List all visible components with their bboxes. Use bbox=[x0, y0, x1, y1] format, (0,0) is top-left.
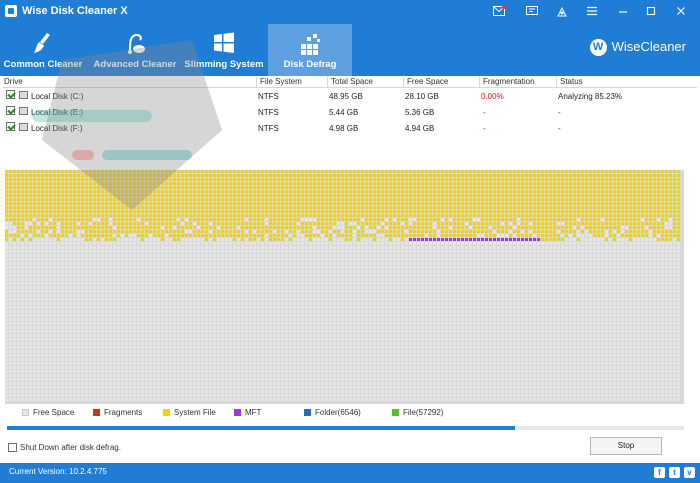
maximize-icon[interactable] bbox=[642, 4, 660, 20]
column-header-fragmentation[interactable]: Fragmentation bbox=[479, 77, 556, 88]
column-header-free-space[interactable]: Free Space bbox=[403, 77, 479, 88]
drive-name: Local Disk (E:) bbox=[31, 108, 84, 117]
free-space-cell: 4.94 GB bbox=[405, 124, 435, 133]
stop-button[interactable]: Stop bbox=[590, 437, 662, 455]
table-row[interactable]: Local Disk (C:) NTFS 48.95 GB 28.10 GB 0… bbox=[3, 88, 697, 104]
legend-item-free-space: Free Space bbox=[22, 408, 74, 417]
column-header-total-space[interactable]: Total Space bbox=[327, 77, 403, 88]
checkbox-box[interactable] bbox=[8, 443, 17, 452]
status-cell: - bbox=[558, 124, 561, 133]
tab-advanced-cleaner[interactable]: Advanced Cleaner bbox=[86, 24, 184, 76]
fragmentation-cell: - bbox=[483, 108, 486, 117]
legend-swatch bbox=[234, 409, 241, 416]
table-row[interactable]: Local Disk (E:) NTFS 5.44 GB 5.36 GB - - bbox=[3, 104, 697, 120]
legend-item-file: File(57292) bbox=[392, 408, 443, 417]
cluster-grid bbox=[5, 170, 680, 401]
drive-table: Drive File System Total Space Free Space… bbox=[3, 76, 697, 136]
broom-icon bbox=[34, 33, 50, 53]
file-system-cell: NTFS bbox=[258, 124, 279, 133]
facebook-icon[interactable]: f bbox=[654, 467, 665, 478]
tab-label: Slimming System bbox=[184, 59, 264, 70]
legend-item-system-file: System File bbox=[163, 408, 216, 417]
status-cell: Analyzing 85.23% bbox=[558, 92, 623, 101]
app-logo-icon bbox=[5, 5, 17, 17]
tab-slimming-system[interactable]: Slimming System bbox=[184, 24, 264, 76]
total-space-cell: 48.95 GB bbox=[329, 92, 363, 101]
title-bar[interactable]: Wise Disk Cleaner X bbox=[0, 0, 700, 24]
twitter-icon[interactable]: t bbox=[669, 467, 680, 478]
tab-disk-defrag[interactable]: Disk Defrag bbox=[268, 24, 352, 76]
tab-label: Common Cleaner bbox=[3, 59, 83, 70]
legend-item-mft: MFT bbox=[234, 408, 261, 417]
header-bar: Wise Disk Cleaner X Common Cleaner Advan… bbox=[0, 0, 700, 76]
fragmentation-cell: - bbox=[483, 124, 486, 133]
shutdown-label: Shut Down after disk defrag. bbox=[20, 443, 121, 452]
vk-icon[interactable]: v bbox=[684, 467, 695, 478]
menu-icon[interactable] bbox=[583, 4, 601, 20]
disk-cluster-map bbox=[5, 170, 684, 404]
defrag-progress-bar bbox=[7, 426, 684, 430]
tab-common-cleaner[interactable]: Common Cleaner bbox=[0, 24, 86, 76]
minimize-icon[interactable] bbox=[614, 4, 632, 20]
feedback-icon[interactable] bbox=[523, 4, 541, 20]
legend-item-folder: Folder(6546) bbox=[304, 408, 361, 417]
hard-drive-icon bbox=[19, 107, 28, 115]
windows-icon bbox=[214, 32, 234, 53]
legend-swatch bbox=[163, 409, 170, 416]
legend-swatch bbox=[93, 409, 100, 416]
total-space-cell: 4.98 GB bbox=[329, 124, 359, 133]
wisecleaner-logo-icon: W bbox=[589, 39, 607, 57]
drive-checkbox[interactable] bbox=[6, 106, 15, 115]
progress-fill bbox=[7, 426, 515, 430]
column-header-file-system[interactable]: File System bbox=[256, 77, 327, 88]
legend-swatch bbox=[304, 409, 311, 416]
drive-checkbox[interactable] bbox=[6, 90, 15, 99]
free-space-cell: 28.10 GB bbox=[405, 92, 439, 101]
column-header-status[interactable]: Status bbox=[556, 77, 697, 88]
fragmentation-cell: 0.00% bbox=[481, 92, 504, 101]
skin-icon[interactable] bbox=[553, 4, 571, 20]
mail-icon[interactable] bbox=[490, 4, 508, 20]
table-row[interactable]: Local Disk (F:) NTFS 4.98 GB 4.94 GB - - bbox=[3, 120, 697, 136]
drive-name: Local Disk (C:) bbox=[31, 92, 84, 101]
shutdown-after-defrag-checkbox[interactable]: Shut Down after disk defrag. bbox=[8, 443, 121, 452]
column-header-drive[interactable]: Drive bbox=[3, 77, 256, 88]
tab-label: Advanced Cleaner bbox=[93, 59, 177, 70]
defrag-icon bbox=[301, 34, 320, 55]
drive-name: Local Disk (F:) bbox=[31, 124, 83, 133]
total-space-cell: 5.44 GB bbox=[329, 108, 359, 117]
file-system-cell: NTFS bbox=[258, 92, 279, 101]
brand-name: WiseCleaner bbox=[611, 39, 686, 54]
app-title: Wise Disk Cleaner X bbox=[22, 5, 128, 17]
close-icon[interactable] bbox=[672, 4, 690, 20]
status-bar: Current Version: 10.2.4.775 f t v bbox=[0, 463, 700, 483]
hard-drive-icon bbox=[19, 91, 28, 99]
free-space-cell: 5.36 GB bbox=[405, 108, 435, 117]
vacuum-icon bbox=[128, 33, 145, 54]
legend-item-fragments: Fragments bbox=[93, 408, 142, 417]
wisecleaner-brand[interactable]: W WiseCleaner bbox=[589, 39, 686, 57]
status-cell: - bbox=[558, 108, 561, 117]
hard-drive-icon bbox=[19, 123, 28, 131]
table-header: Drive File System Total Space Free Space… bbox=[3, 76, 697, 88]
legend-swatch bbox=[22, 409, 29, 416]
tab-label: Disk Defrag bbox=[283, 59, 337, 70]
version-text: Current Version: 10.2.4.775 bbox=[9, 467, 107, 476]
legend-swatch bbox=[392, 409, 399, 416]
file-system-cell: NTFS bbox=[258, 108, 279, 117]
drive-checkbox[interactable] bbox=[6, 122, 15, 131]
